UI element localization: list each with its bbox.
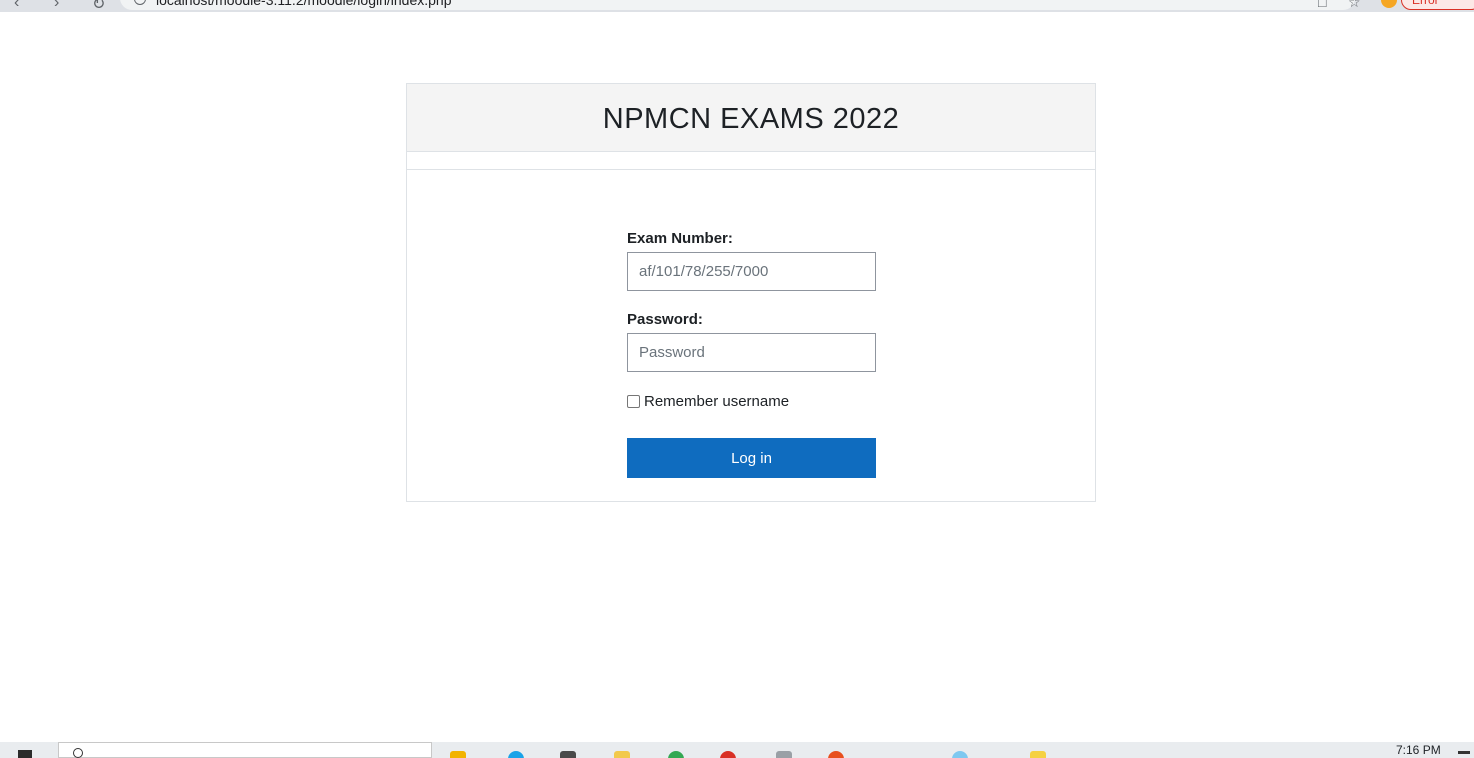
folder-icon[interactable] xyxy=(614,751,630,758)
username-label: Exam Number: xyxy=(627,230,733,247)
login-button[interactable]: Log in xyxy=(627,438,876,478)
username-input[interactable] xyxy=(627,252,876,291)
chrome-icon[interactable] xyxy=(668,751,684,758)
remember-username-label: Remember username xyxy=(644,393,790,410)
page-title: NPMCN EXAMS 2022 xyxy=(602,103,900,135)
sticky-notes-icon[interactable] xyxy=(1030,751,1046,758)
taskbar-search-input[interactable] xyxy=(58,742,432,758)
search-icon xyxy=(73,748,83,758)
file-explorer-icon[interactable] xyxy=(450,751,466,758)
login-form: Exam Number: Password: Remember username… xyxy=(627,230,877,478)
password-input[interactable] xyxy=(627,333,876,372)
windows-start-icon[interactable] xyxy=(18,750,32,758)
share-icon[interactable]: □ xyxy=(1318,0,1326,10)
vscode-icon[interactable] xyxy=(776,751,792,758)
login-card: NPMCN EXAMS 2022 Exam Number: Password: … xyxy=(406,83,1096,502)
profile-avatar-icon[interactable] xyxy=(1381,0,1397,8)
login-card-header: NPMCN EXAMS 2022 xyxy=(407,84,1095,152)
taskbar: 7:16 PM xyxy=(0,742,1474,758)
address-url: localhost/moodle-3.11.2/moodle/login/ind… xyxy=(156,0,452,8)
card-divider xyxy=(407,152,1095,170)
site-info-icon[interactable] xyxy=(134,0,146,5)
powerpoint-icon[interactable] xyxy=(828,751,844,758)
forward-icon[interactable]: › xyxy=(54,0,59,12)
browser-toolbar: ‹ › ↻ localhost/moodle-3.11.2/moodle/log… xyxy=(0,0,1474,12)
browser-error-button[interactable]: Error xyxy=(1401,0,1474,10)
address-bar[interactable]: localhost/moodle-3.11.2/moodle/login/ind… xyxy=(120,0,1355,10)
password-label: Password: xyxy=(627,311,703,328)
notepad-icon[interactable] xyxy=(560,751,576,758)
record-app-icon[interactable] xyxy=(720,751,736,758)
show-desktop-icon[interactable] xyxy=(1458,751,1470,754)
taskbar-clock[interactable]: 7:16 PM xyxy=(1396,743,1441,757)
bookmark-star-icon[interactable]: ☆ xyxy=(1348,0,1361,11)
edge-browser-icon[interactable] xyxy=(508,751,524,758)
remember-username-checkbox[interactable] xyxy=(627,395,640,408)
password-group: Password: xyxy=(627,311,877,372)
reload-icon[interactable]: ↻ xyxy=(92,0,105,12)
remember-username-row[interactable]: Remember username xyxy=(627,393,877,410)
back-icon[interactable]: ‹ xyxy=(14,0,19,12)
app-icon[interactable] xyxy=(952,751,968,758)
